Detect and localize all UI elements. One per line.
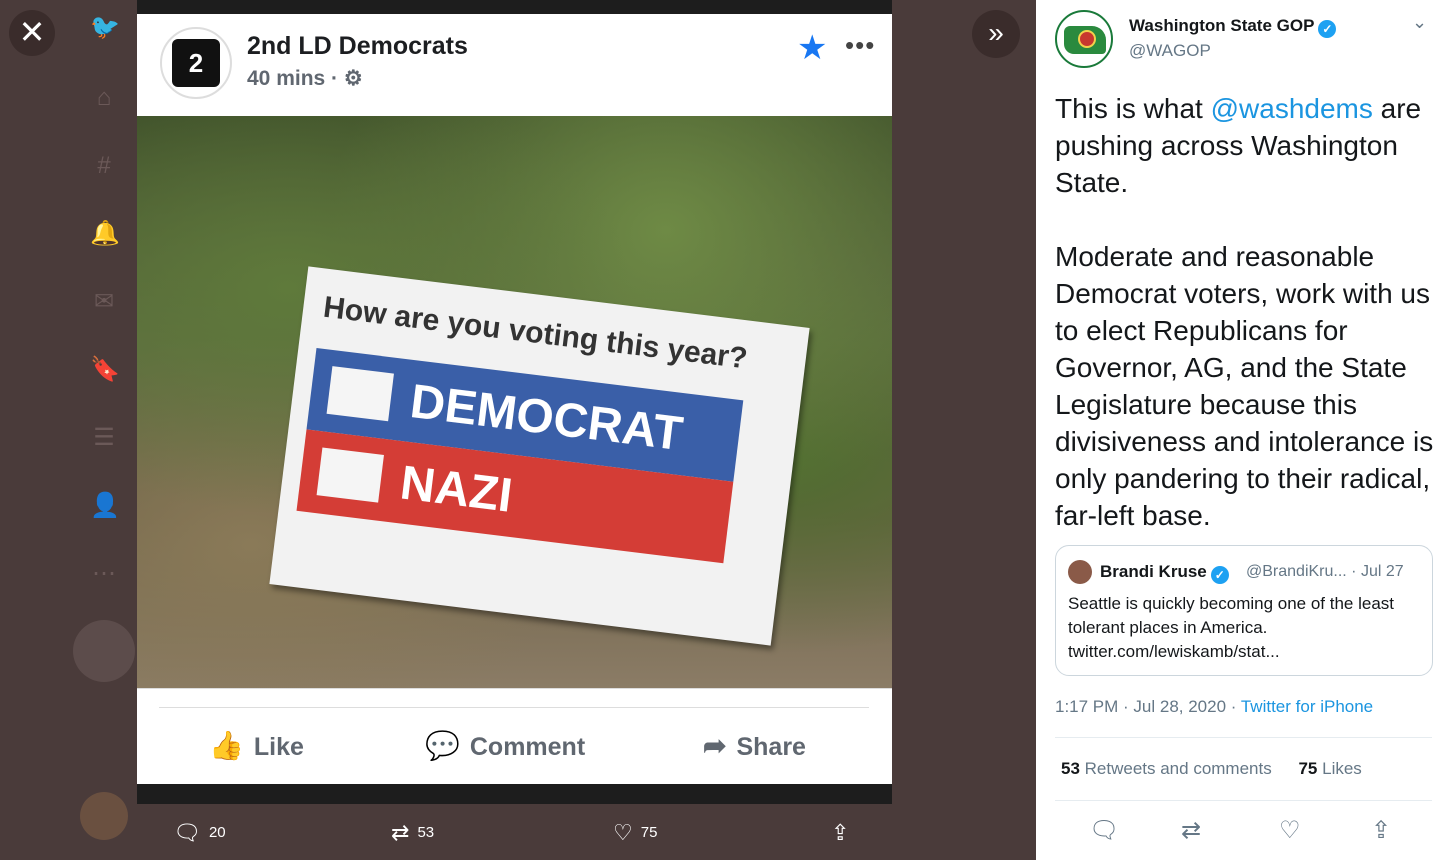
bookmarks-icon: 🔖 [90, 356, 120, 383]
avatar[interactable] [1055, 10, 1113, 68]
tweet-panel: Washington State GOP ✓ @WAGOP ⌄ This is w… [1036, 0, 1446, 860]
background-trends [966, 160, 1036, 860]
chevron-double-right-icon: » [988, 17, 1004, 48]
divider [1055, 800, 1432, 801]
fb-like-label: Like [253, 733, 304, 761]
fb-page-avatar: 2 [160, 27, 232, 99]
more-icon: ⋯ [92, 560, 116, 587]
likes-count: 75 [1298, 759, 1318, 778]
quoted-handle-date: @BrandiKru... · Jul 27 [1246, 563, 1404, 580]
fb-share-label: Share [736, 733, 806, 761]
retweet-count: 53 [417, 823, 435, 841]
close-button[interactable]: ✕ [9, 10, 55, 56]
star-icon: ★ [797, 29, 828, 67]
share-icon[interactable]: ⇪ [1371, 816, 1391, 845]
yard-sign: How are you voting this year? DEMOCRAT N… [269, 266, 810, 646]
share-icon: ⇪ [831, 820, 850, 845]
seal-icon [1078, 30, 1096, 48]
compose-icon [73, 620, 135, 682]
twitter-logo-icon: 🐦 [90, 14, 120, 41]
fb-comment: 💬 Comment [425, 729, 585, 762]
fb-like: 👍 Like [209, 729, 304, 762]
verified-icon: ✓ [1318, 20, 1337, 38]
author-handle[interactable]: @WAGOP [1129, 41, 1211, 61]
avatar [1068, 560, 1092, 584]
yard-sign-photo: How are you voting this year? DEMOCRAT N… [137, 116, 892, 688]
tweet-action-bar: 🗨 ⇄ ♡ ⇪ [1036, 812, 1446, 852]
chevron-down-icon[interactable]: ⌄ [1412, 12, 1427, 33]
checkbox-icon [326, 366, 394, 422]
divider [1055, 737, 1432, 738]
divider [159, 707, 869, 708]
quoted-tweet[interactable]: Brandi Kruse ✓ @BrandiKru... · Jul 27 Sea… [1055, 545, 1433, 676]
retweets-count: 53 [1061, 759, 1080, 778]
tweet-text-rest: are pushing across Washington State. Mod… [1055, 93, 1434, 531]
fb-comment-label: Comment [469, 733, 586, 761]
tweet-text: This is what @washdems are pushing acros… [1055, 90, 1435, 534]
retweet-icon: ⇄ [391, 820, 410, 845]
fb-action-bar: 👍 Like 💬 Comment ➦ Share [137, 688, 892, 784]
author-name[interactable]: Washington State GOP ✓ [1129, 16, 1337, 38]
reply-button[interactable]: 🗨 20 [173, 820, 226, 846]
background-nav: 🐦 ⌂ # 🔔 ✉ 🔖 ☰ 👤 ⋯ [70, 0, 136, 860]
thumbs-up-icon: 👍 [209, 730, 244, 761]
sign-option-label: NAZI [397, 456, 516, 523]
share-icon: ➦ [703, 730, 727, 761]
tweet-time[interactable]: 1:17 PM · Jul 28, 2020 · [1055, 697, 1241, 716]
retweets-stat[interactable]: 53 Retweets and comments [1061, 759, 1272, 778]
tweet-source[interactable]: Twitter for iPhone [1241, 697, 1373, 716]
tweet-timestamp: 1:17 PM · Jul 28, 2020 · Twitter for iPh… [1055, 697, 1373, 717]
home-icon: ⌂ [96, 84, 112, 111]
retweets-label: Retweets and comments [1079, 759, 1272, 778]
heart-icon[interactable]: ♡ [1279, 816, 1301, 845]
retweet-button[interactable]: ⇄ 53 [391, 820, 434, 846]
likes-label: Likes [1317, 759, 1362, 778]
like-button[interactable]: ♡ 75 [613, 820, 657, 846]
quoted-author-name-text: Brandi Kruse [1100, 562, 1207, 581]
reply-count: 20 [208, 823, 226, 841]
explore-icon: # [97, 152, 111, 179]
fb-share: ➦ Share [703, 729, 806, 762]
close-icon: ✕ [18, 14, 46, 50]
notifications-icon: 🔔 [90, 220, 120, 247]
profile-icon: 👤 [90, 492, 120, 519]
media-action-bar: 🗨 20 ⇄ 53 ♡ 75 ⇪ [137, 806, 892, 860]
author-name-text: Washington State GOP [1129, 16, 1315, 35]
verified-icon: ✓ [1210, 566, 1229, 584]
media-image[interactable]: 2 2nd LD Democrats 40 mins · ⚙ ★ ••• How… [137, 0, 892, 804]
avatar [80, 792, 128, 840]
fb-post-time: 40 mins · ⚙ [247, 67, 363, 90]
fb-avatar-label: 2 [172, 39, 220, 87]
tweet-stats: 53 Retweets and comments 75 Likes [1061, 759, 1362, 779]
heart-icon: ♡ [613, 820, 633, 845]
tweet-text-start: This is what [1055, 93, 1211, 124]
quoted-author-name: Brandi Kruse ✓ [1100, 562, 1229, 584]
expand-panel-button[interactable]: » [972, 10, 1020, 58]
likes-stat[interactable]: 75 Likes [1298, 759, 1361, 778]
checkbox-icon [316, 447, 384, 503]
comment-icon: 💬 [425, 730, 460, 761]
messages-icon: ✉ [93, 288, 115, 315]
mention-link[interactable]: @washdems [1211, 93, 1373, 124]
share-button[interactable]: ⇪ [831, 820, 857, 846]
more-icon: ••• [845, 30, 876, 60]
like-count: 75 [640, 823, 658, 841]
reply-icon[interactable]: 🗨 [1089, 816, 1119, 845]
reply-icon: 🗨 [173, 820, 201, 845]
retweet-icon[interactable]: ⇄ [1181, 816, 1201, 845]
lists-icon: ☰ [93, 424, 115, 451]
quoted-text: Seattle is quickly becoming one of the l… [1068, 594, 1395, 661]
fb-post-header: 2 2nd LD Democrats 40 mins · ⚙ ★ ••• [137, 14, 892, 116]
fb-page-name: 2nd LD Democrats [247, 32, 468, 60]
